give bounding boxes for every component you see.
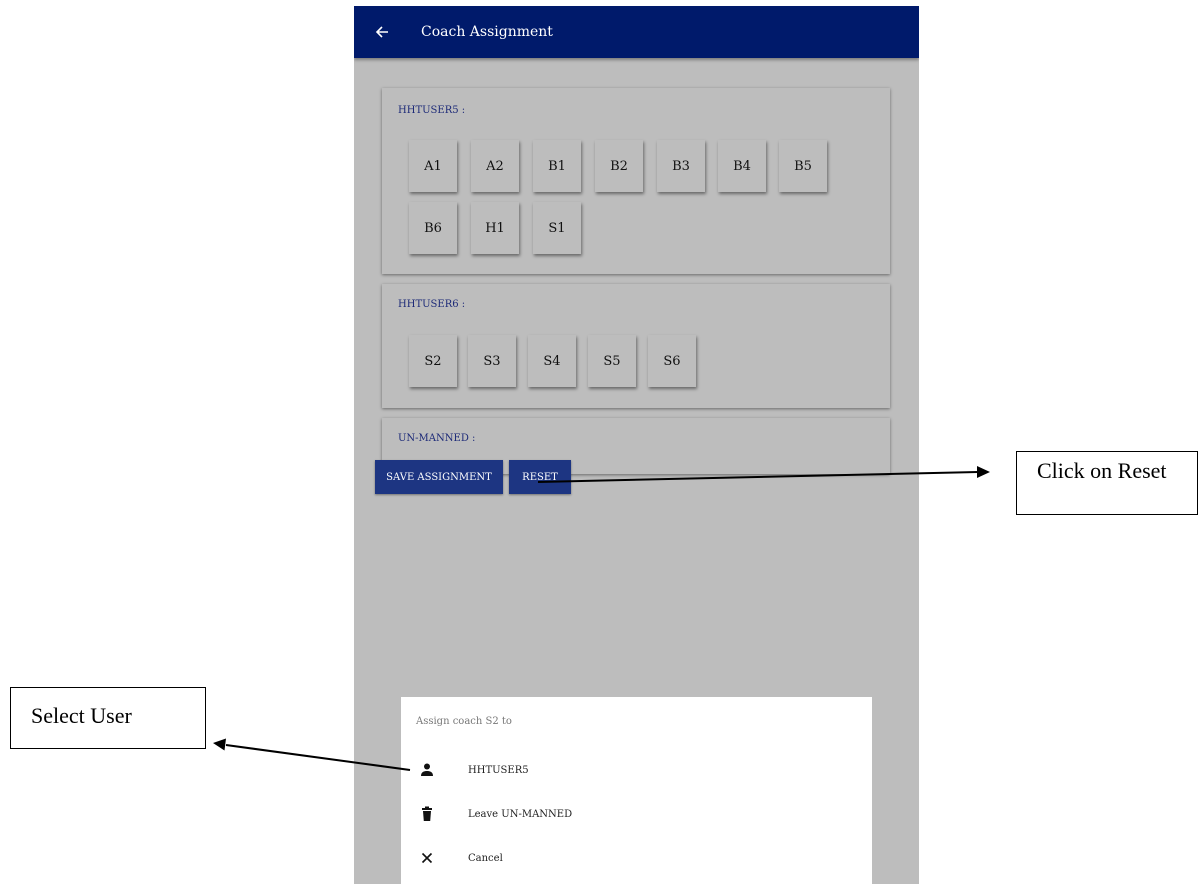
save-assignment-button[interactable]: SAVE ASSIGNMENT (375, 460, 503, 494)
coach-button[interactable]: S1 (533, 202, 581, 254)
select-user-arrowhead (213, 738, 226, 751)
reset-button[interactable]: RESET (509, 460, 571, 494)
coach-button[interactable]: S6 (648, 335, 696, 387)
phone-screen: Coach Assignment HHTUSER5 : A1 A2 B1 B2 … (354, 6, 919, 884)
option-label: Cancel (468, 853, 503, 864)
person-icon (421, 763, 433, 776)
option-label: Leave UN-MANNED (468, 809, 573, 820)
page-title: Coach Assignment (421, 24, 553, 40)
coach-button[interactable]: S4 (528, 335, 576, 387)
callout-text: Select User (31, 703, 132, 728)
option-cancel[interactable]: Cancel (401, 838, 872, 882)
arrow-left-icon[interactable] (374, 22, 390, 42)
app-bar: Coach Assignment (354, 6, 919, 58)
coach-button[interactable]: B6 (409, 202, 457, 254)
coach-button[interactable]: A2 (471, 140, 519, 192)
callout-text: Click on Reset (1037, 458, 1167, 483)
assign-bottom-sheet: Assign coach S2 to HHTUSER5 Leave UN-MAN… (401, 697, 872, 884)
section-card-hhtuser5: HHTUSER5 : A1 A2 B1 B2 B3 B4 B5 B6 H1 S1 (382, 88, 890, 274)
coach-button[interactable]: B2 (595, 140, 643, 192)
coach-button[interactable]: B3 (657, 140, 705, 192)
sheet-title: Assign coach S2 to (416, 716, 512, 727)
select-user-callout: Select User (10, 687, 206, 749)
coach-button[interactable]: S2 (409, 335, 457, 387)
coach-button[interactable]: H1 (471, 202, 519, 254)
coach-button[interactable]: S3 (468, 335, 516, 387)
coach-button[interactable]: B5 (779, 140, 827, 192)
option-label: HHTUSER5 (468, 765, 529, 776)
reset-callout: Click on Reset (1016, 451, 1198, 515)
section-title: HHTUSER5 : (398, 105, 466, 116)
coach-button[interactable]: B1 (533, 140, 581, 192)
reset-arrowhead (977, 466, 990, 478)
coach-button[interactable]: S5 (588, 335, 636, 387)
section-title: HHTUSER6 : (398, 299, 466, 310)
coach-button[interactable]: B4 (718, 140, 766, 192)
section-card-hhtuser6: HHTUSER6 : S2 S3 S4 S5 S6 (382, 284, 890, 408)
coach-button[interactable]: A1 (409, 140, 457, 192)
option-hhtuser5[interactable]: HHTUSER5 (401, 750, 872, 794)
close-icon (421, 852, 433, 864)
option-leave-unmanned[interactable]: Leave UN-MANNED (401, 794, 872, 838)
section-title: UN-MANNED : (398, 433, 476, 444)
trash-icon (422, 806, 432, 821)
